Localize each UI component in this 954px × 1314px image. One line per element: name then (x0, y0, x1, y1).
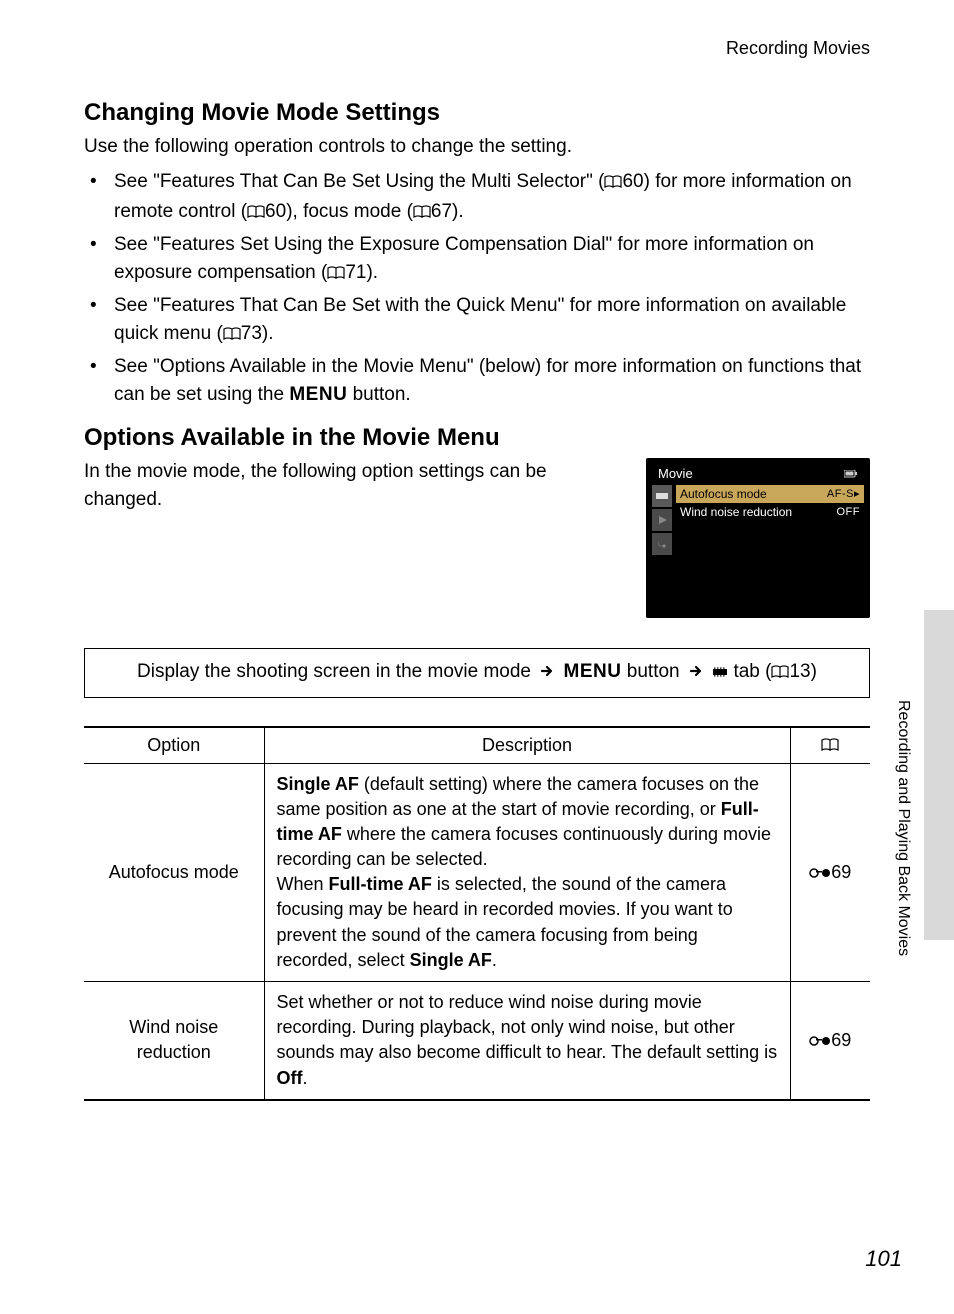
cell-description: Set whether or not to reduce wind noise … (264, 982, 790, 1100)
side-thumb-tab (924, 610, 954, 940)
page-ref: 60 (265, 201, 286, 222)
arrow-icon (540, 662, 554, 684)
cell-option: Wind noise reduction (84, 982, 264, 1100)
table-row: Autofocus mode Single AF (default settin… (84, 763, 870, 982)
movie-tab-icon (712, 661, 728, 682)
bullet-4: See "Options Available in the Movie Menu… (104, 353, 870, 410)
text: button. (347, 384, 410, 405)
book-icon (821, 736, 839, 757)
navigation-path-box: Display the shooting screen in the movie… (84, 648, 870, 698)
bold: Single AF (277, 774, 359, 794)
book-icon (247, 200, 265, 229)
text: . (492, 950, 497, 970)
bullet-1: See "Features That Can Be Set Using the … (104, 168, 870, 229)
lcd-item-label: Wind noise reduction (680, 505, 792, 519)
heading-options-movie-menu: Options Available in the Movie Menu (84, 424, 870, 452)
page-ref: 60 (622, 171, 643, 192)
table-row: Wind noise reduction Set whether or not … (84, 982, 870, 1100)
text: where the camera focuses continuously du… (277, 824, 772, 869)
text: Display the shooting screen in the movie… (137, 661, 536, 682)
menu-label: MENU (289, 384, 347, 405)
text: button (622, 661, 685, 682)
heading-changing-movie-mode: Changing Movie Mode Settings (84, 99, 870, 127)
lcd-item-autofocus: Autofocus mode AF-S▸ (676, 485, 864, 503)
lcd-screenshot: Movie Autofocus mode AF-S▸ Wind noise re… (646, 458, 870, 618)
ref-num: 69 (831, 1030, 851, 1050)
th-option: Option (84, 727, 264, 764)
text: ), focus mode ( (286, 201, 413, 222)
bold: Off (277, 1068, 303, 1088)
side-chapter-label: Recording and Playing Back Movies (894, 700, 912, 956)
battery-icon (844, 466, 858, 481)
cell-reference: 69 (790, 763, 870, 982)
intro-text-2: In the movie mode, the following option … (84, 458, 628, 515)
cell-reference: 69 (790, 982, 870, 1100)
lcd-tab-movie (652, 485, 672, 507)
th-description: Description (264, 727, 790, 764)
page-ref: 73 (241, 323, 262, 344)
text: Set whether or not to reduce wind noise … (277, 992, 778, 1062)
reference-icon (809, 862, 831, 882)
lcd-tab-setup (652, 533, 672, 555)
cell-option: Autofocus mode (84, 763, 264, 982)
arrow-icon (689, 662, 703, 684)
lcd-item-value: OFF (837, 506, 861, 518)
lcd-item-label: Autofocus mode (680, 487, 767, 501)
text: When (277, 874, 329, 894)
lcd-tab-play (652, 509, 672, 531)
lcd-item-windnoise: Wind noise reduction OFF (676, 503, 864, 521)
book-icon (223, 322, 241, 351)
text: tab ( (728, 661, 771, 682)
text: ). (366, 262, 378, 283)
menu-label: MENU (564, 661, 622, 682)
text: . (303, 1068, 308, 1088)
lcd-title: Movie (658, 466, 693, 481)
text: ). (452, 201, 464, 222)
th-reference (790, 727, 870, 764)
text: ). (262, 323, 274, 344)
lcd-item-value: AF-S▸ (827, 487, 860, 500)
page-ref: 13 (789, 661, 810, 682)
bold: Single AF (410, 950, 492, 970)
page-ref: 67 (431, 201, 452, 222)
bullet-list: See "Features That Can Be Set Using the … (84, 168, 870, 410)
text: See "Features That Can Be Set Using the … (114, 171, 604, 192)
text: See "Options Available in the Movie Menu… (114, 356, 861, 406)
options-table: Option Description Autofocus mode Single… (84, 726, 870, 1101)
book-icon (604, 170, 622, 199)
text: ) (811, 661, 817, 682)
page-number: 101 (865, 1246, 902, 1272)
book-icon (771, 663, 789, 685)
book-icon (327, 261, 345, 290)
reference-icon (809, 1030, 831, 1050)
text: See "Features Set Using the Exposure Com… (114, 234, 814, 284)
bullet-2: See "Features Set Using the Exposure Com… (104, 231, 870, 290)
intro-text-1: Use the following operation controls to … (84, 133, 870, 162)
ref-num: 69 (831, 862, 851, 882)
bullet-3: See "Features That Can Be Set with the Q… (104, 292, 870, 351)
section-header: Recording Movies (84, 38, 870, 59)
book-icon (413, 200, 431, 229)
page-ref: 71 (345, 262, 366, 283)
cell-description: Single AF (default setting) where the ca… (264, 763, 790, 982)
bold: Full-time AF (329, 874, 432, 894)
